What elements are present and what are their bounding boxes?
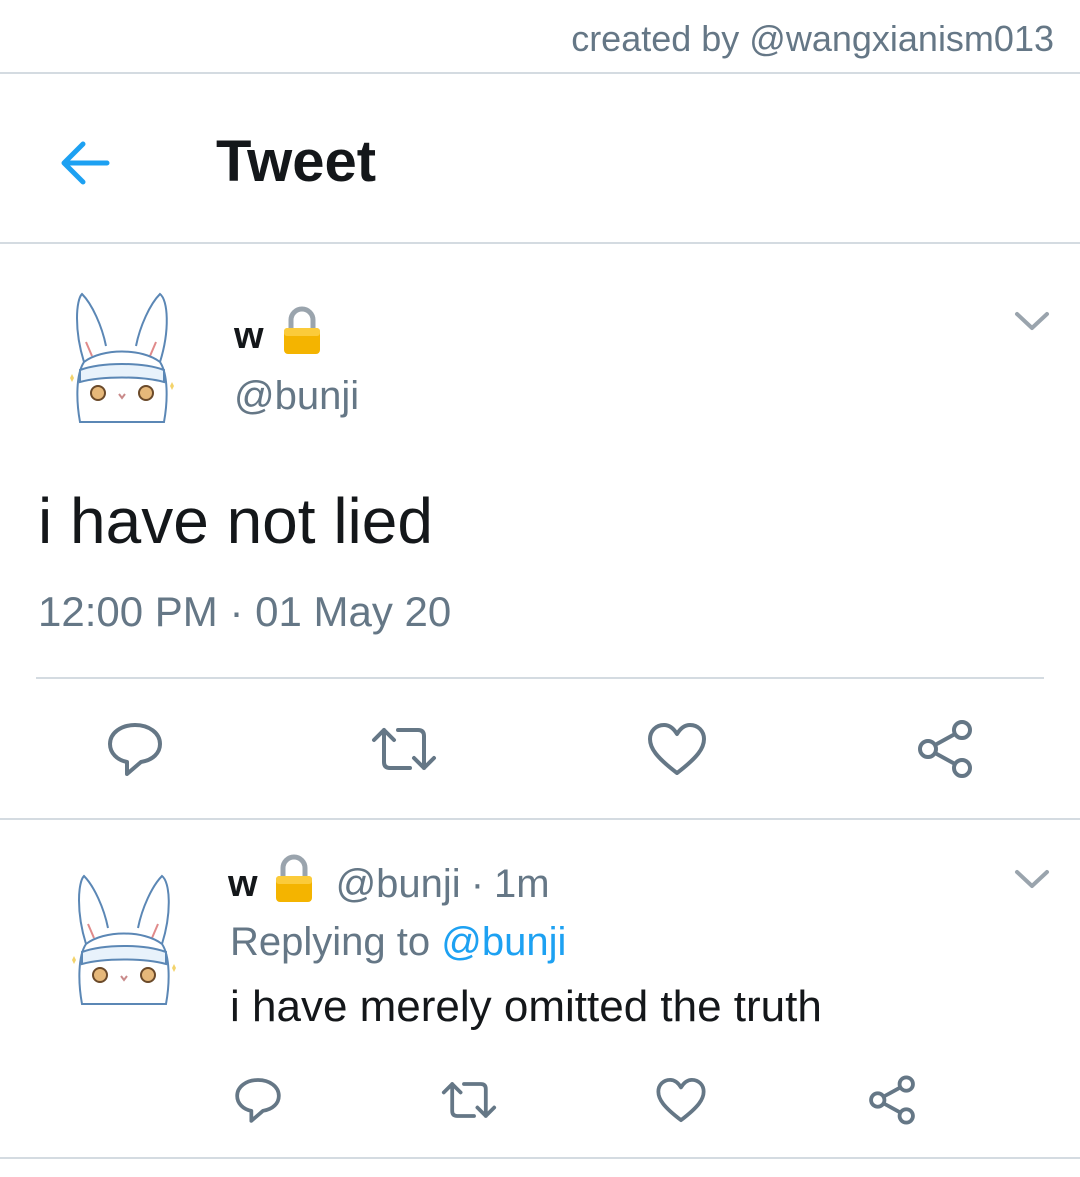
separator: · — [229, 588, 244, 635]
tweet-text: i have not lied — [38, 485, 433, 557]
reply-icon — [235, 1078, 281, 1123]
reply-button[interactable] — [100, 714, 170, 784]
tweet-timestamp: 12:00 PM · 01 May 20 — [38, 588, 451, 636]
page-title: Tweet — [216, 129, 377, 194]
chevron-down-icon — [1015, 870, 1049, 888]
back-arrow-icon — [61, 141, 110, 185]
retweet-icon — [372, 728, 436, 770]
reply-avatar[interactable] — [64, 872, 184, 1008]
reply-text: i have merely omitted the truth — [230, 982, 822, 1031]
author-name: w — [234, 314, 264, 357]
divider — [0, 72, 1080, 74]
bunny-avatar — [70, 292, 174, 423]
retweet-button[interactable] — [368, 714, 440, 784]
divider — [0, 1157, 1080, 1159]
reply-age: 1m — [494, 861, 550, 906]
retweet-icon — [441, 1082, 497, 1118]
replying-mention[interactable]: @bunji — [441, 920, 566, 964]
author-name-row: w — [234, 306, 322, 366]
reply-icon — [108, 723, 162, 776]
divider — [0, 242, 1080, 244]
lock-icon — [274, 854, 314, 914]
divider — [0, 818, 1080, 820]
credit-watermark: created by @wangxianism013 — [571, 18, 1054, 59]
reply-author-name: w — [228, 862, 258, 905]
like-icon — [648, 723, 706, 775]
share-icon — [918, 720, 972, 778]
avatar[interactable] — [62, 290, 182, 426]
like-button[interactable] — [642, 714, 712, 784]
share-button[interactable] — [910, 714, 980, 784]
tweet-time: 12:00 PM — [38, 588, 218, 635]
bunny-avatar — [72, 874, 176, 1005]
share-icon — [869, 1075, 915, 1125]
replying-to: Replying to @bunji — [230, 920, 566, 965]
chevron-down-icon — [1015, 312, 1049, 330]
back-button[interactable] — [52, 130, 118, 196]
like-icon — [656, 1077, 706, 1123]
reply-retweet-button[interactable] — [438, 1072, 500, 1128]
author-handle[interactable]: @bunji — [234, 374, 359, 419]
tweet-options-button[interactable] — [1012, 308, 1052, 334]
reply-share-button[interactable] — [862, 1072, 922, 1128]
reply-header: w @bunji · 1m — [228, 854, 550, 914]
reply-reply-button[interactable] — [228, 1072, 288, 1128]
reply-options-button[interactable] — [1012, 866, 1052, 892]
tweet-date: 01 May 20 — [255, 588, 452, 635]
reply-like-button[interactable] — [652, 1072, 710, 1128]
divider — [36, 677, 1044, 679]
lock-icon — [282, 306, 322, 366]
reply-author-handle[interactable]: @bunji — [336, 862, 461, 907]
replying-prefix: Replying to — [230, 920, 431, 964]
separator: · — [470, 861, 485, 906]
